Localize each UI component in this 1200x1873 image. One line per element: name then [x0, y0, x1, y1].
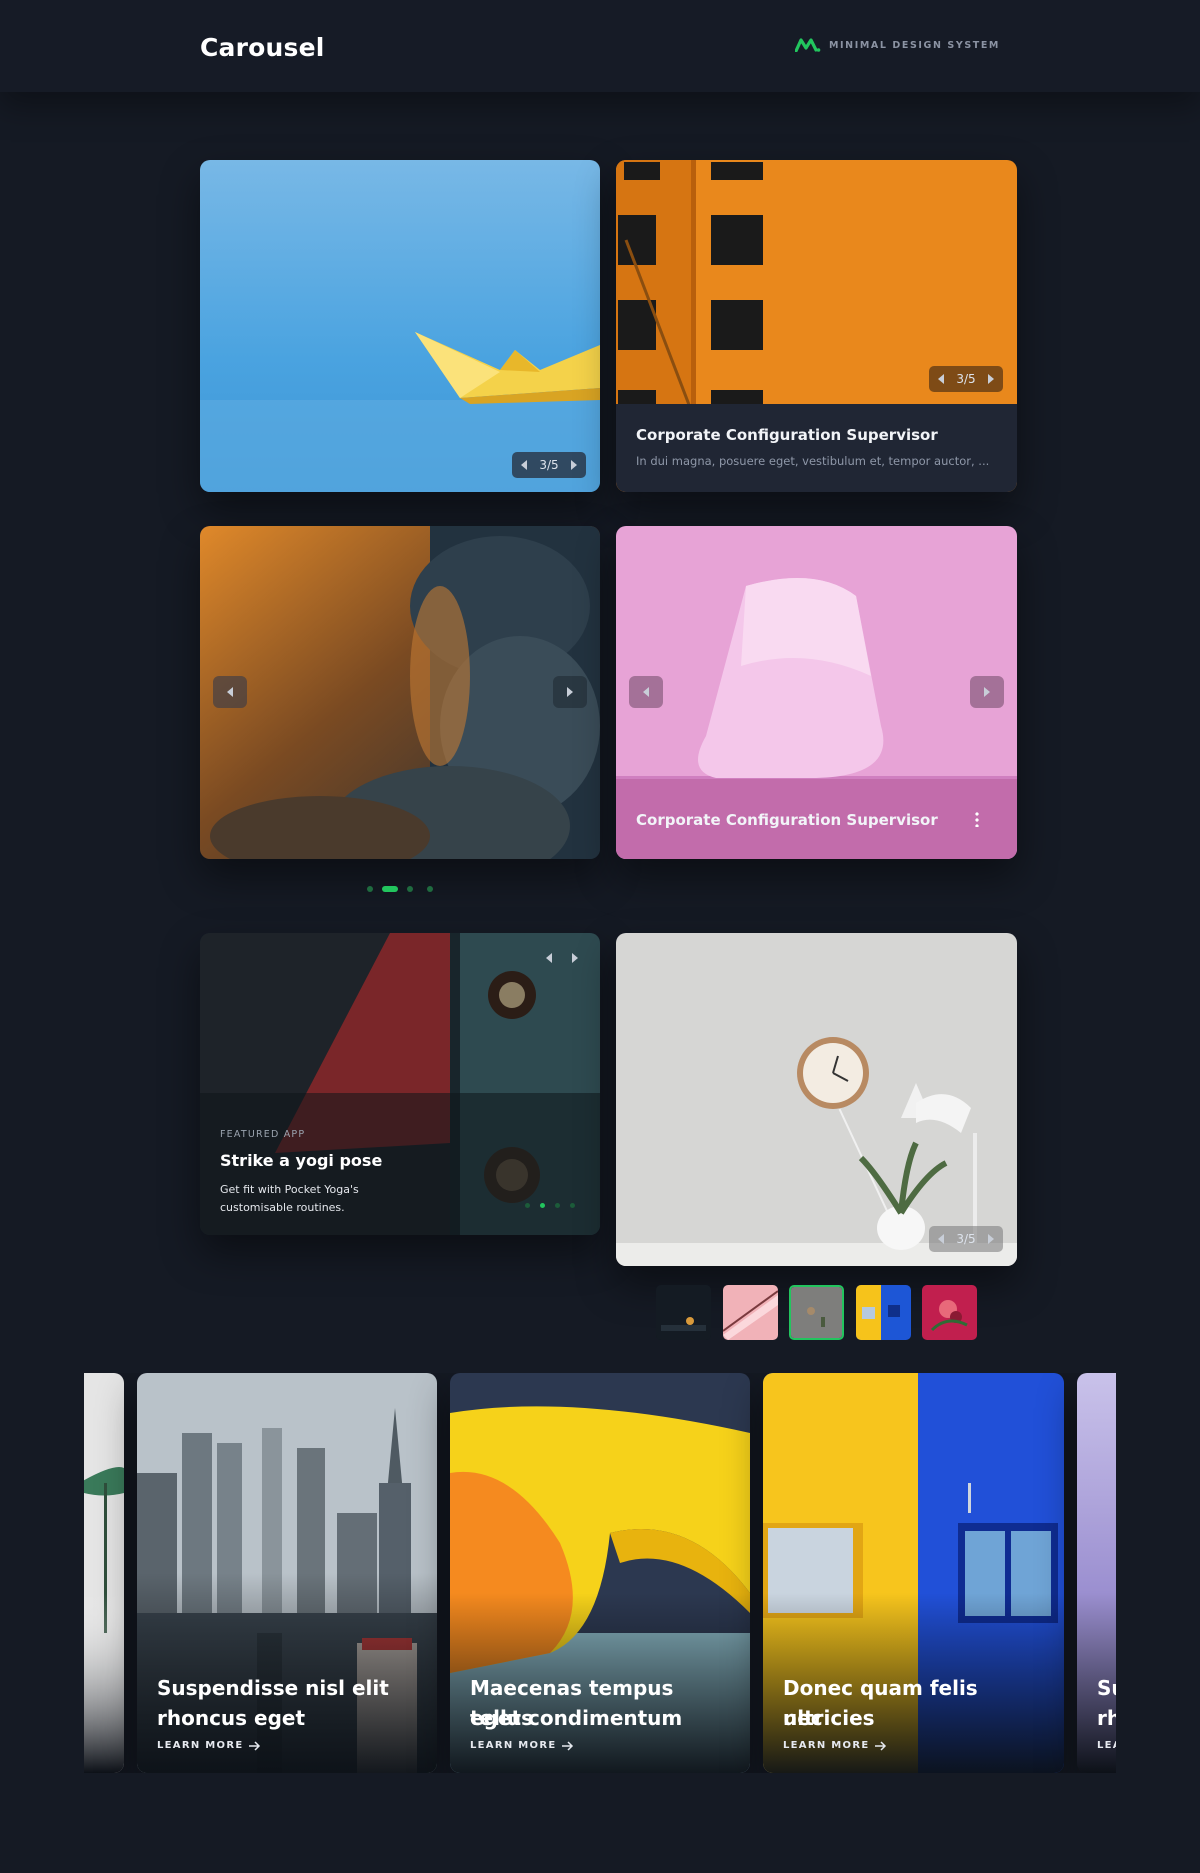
arrow-right-icon	[562, 1740, 574, 1751]
chevron-right-icon	[984, 687, 990, 697]
prev-arrow-icon[interactable]	[546, 953, 552, 963]
learn-more-label: LEARN MORE	[157, 1740, 244, 1751]
slide-title-line-1: Suspendisse nisl elit	[157, 1676, 389, 1700]
thumbnail-red-flowers[interactable]	[922, 1285, 977, 1340]
pagination-dot[interactable]	[367, 886, 373, 892]
slide-yellow-paper[interactable]: Maecenas tempus tellus eget condimentum …	[450, 1373, 750, 1773]
page-title: Carousel	[200, 33, 325, 62]
top-bar: Carousel MINIMAL DESIGN SYSTEM	[0, 0, 1200, 92]
chevron-left-icon	[643, 687, 649, 697]
pagination-dot[interactable]	[525, 1203, 530, 1208]
pagination-dot[interactable]	[407, 886, 413, 892]
learn-more-link[interactable]: LEA	[1097, 1740, 1116, 1751]
carousel-paper-boat[interactable]: 3/5	[200, 160, 600, 492]
pagination-dot-active[interactable]	[382, 886, 398, 892]
arrow-right-icon	[249, 1740, 261, 1751]
chevron-right-icon	[567, 687, 573, 697]
slide-title-line-2: eget condimentum	[470, 1706, 683, 1730]
slide-counter: 3/5	[929, 366, 1003, 392]
next-button[interactable]	[970, 676, 1004, 708]
next-arrow-icon[interactable]	[571, 460, 577, 470]
paper-boat-image	[200, 160, 600, 492]
slider-track[interactable]: Suspendisse nisl elit rhoncus eget LEARN…	[84, 1373, 1116, 1773]
slide-counter: 3/5	[929, 1226, 1003, 1252]
featured-title: Strike a yogi pose	[220, 1151, 383, 1170]
thumbnail-grey-clock-active[interactable]	[789, 1285, 844, 1340]
caption-panel: Corporate Configuration Supervisor In du…	[616, 404, 1017, 492]
plant-image	[84, 1373, 124, 1773]
learn-more-link[interactable]: LEARN MORE	[157, 1740, 261, 1751]
carousel-featured-app[interactable]: FEATURED APP Strike a yogi pose Get fit …	[200, 933, 600, 1235]
caption-description: In dui magna, posuere eget, vestibulum e…	[636, 454, 990, 468]
prev-button[interactable]	[629, 676, 663, 708]
brand-text: MINIMAL DESIGN SYSTEM	[828, 39, 1000, 51]
featured-description-line-1: Get fit with Pocket Yoga's	[220, 1183, 359, 1196]
pagination-dot[interactable]	[427, 886, 433, 892]
carousel-orange-building[interactable]: 3/5 Corporate Configuration Supervisor I…	[616, 160, 1017, 492]
next-arrow-icon[interactable]	[572, 953, 578, 963]
pagination-dot[interactable]	[555, 1203, 560, 1208]
carousel-clock[interactable]: 3/5	[616, 933, 1017, 1266]
slide-title-line-2: rhoncus eget	[157, 1706, 306, 1730]
chevron-left-icon	[227, 687, 233, 697]
prev-button[interactable]	[213, 676, 247, 708]
thumbnail-pink-abstract[interactable]	[723, 1285, 778, 1340]
learn-more-label: LEA	[1097, 1740, 1116, 1751]
caption-title: Corporate Configuration Supervisor	[636, 811, 938, 829]
prev-arrow-icon[interactable]	[938, 1234, 944, 1244]
caption-title: Corporate Configuration Supervisor	[636, 426, 938, 444]
brand[interactable]: MINIMAL DESIGN SYSTEM	[794, 38, 1000, 52]
slide-yellow-blue-building[interactable]: Donec quam felis ultricies nec LEARN MOR…	[763, 1373, 1064, 1773]
next-arrow-icon[interactable]	[988, 1234, 994, 1244]
learn-more-label: LEARN MORE	[470, 1740, 557, 1751]
prev-arrow-icon[interactable]	[521, 460, 527, 470]
counter-text: 3/5	[956, 1232, 976, 1246]
learn-more-link[interactable]: LEARN MORE	[783, 1740, 887, 1751]
learn-more-link[interactable]: LEARN MORE	[470, 1740, 574, 1751]
counter-text: 3/5	[956, 372, 976, 386]
pagination-dot-active[interactable]	[540, 1203, 545, 1208]
slide-counter: 3/5	[512, 452, 586, 478]
learn-more-label: LEARN MORE	[783, 1740, 870, 1751]
clouds-image	[200, 526, 600, 859]
caption-bar: Corporate Configuration Supervisor	[616, 779, 1017, 859]
next-button[interactable]	[553, 676, 587, 708]
pagination-dot[interactable]	[570, 1203, 575, 1208]
slide-partial-right[interactable]: Su rh LEA	[1077, 1373, 1116, 1773]
clock-lamp-image	[616, 933, 1017, 1266]
more-options-icon[interactable]	[975, 811, 979, 827]
prev-arrow-icon[interactable]	[938, 374, 944, 384]
carousel-pink-chair[interactable]: Corporate Configuration Supervisor	[616, 526, 1017, 859]
next-arrow-icon[interactable]	[988, 374, 994, 384]
thumbnail-night-room[interactable]	[656, 1285, 711, 1340]
brand-logo-icon	[794, 38, 821, 52]
slide-city[interactable]: Suspendisse nisl elit rhoncus eget LEARN…	[137, 1373, 437, 1773]
slide-title-line-1: Su	[1097, 1676, 1116, 1700]
slide-title-line-2: rh	[1097, 1706, 1116, 1730]
slide-partial-left[interactable]	[84, 1373, 124, 1773]
counter-text: 3/5	[539, 458, 559, 472]
slide-title-line-2: nec	[783, 1706, 823, 1730]
arrow-right-icon	[875, 1740, 887, 1751]
featured-eyebrow: FEATURED APP	[220, 1129, 306, 1140]
featured-description-line-2: customisable routines.	[220, 1201, 345, 1214]
thumbnail-yellow-blue-building[interactable]	[856, 1285, 911, 1340]
carousel-clouds[interactable]	[200, 526, 600, 859]
